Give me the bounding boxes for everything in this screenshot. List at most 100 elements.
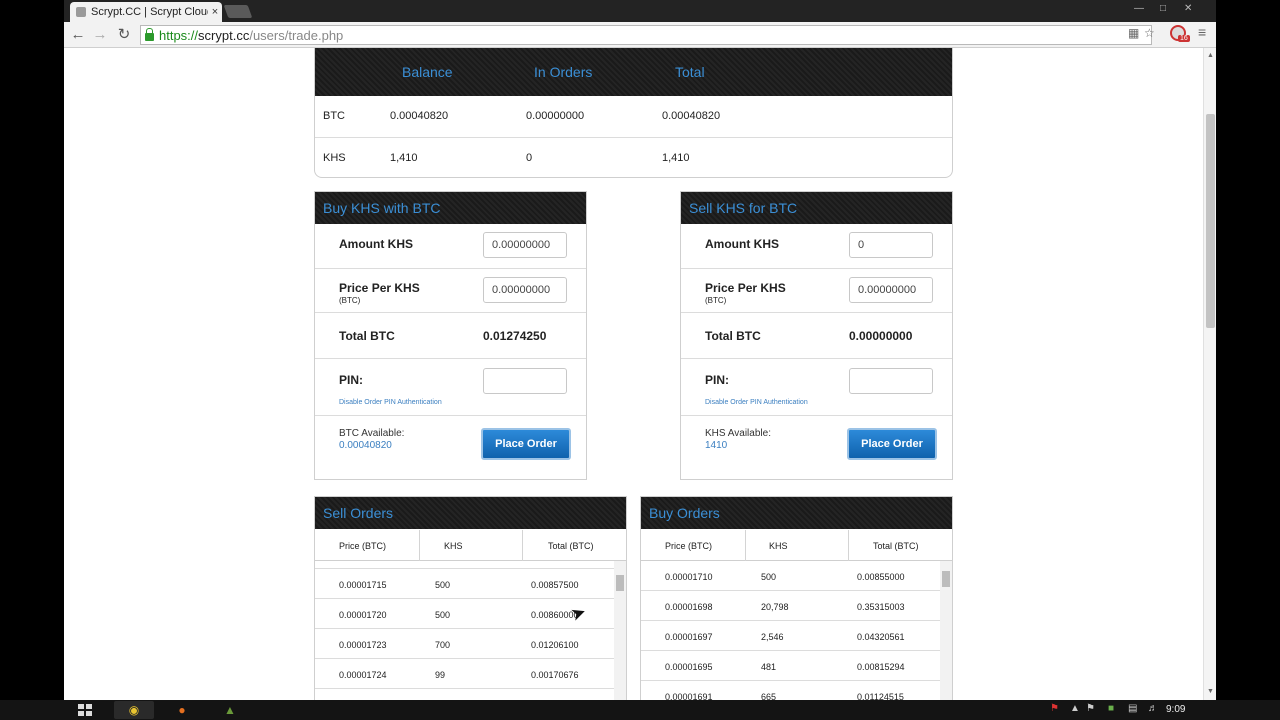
buy-orders-title: Buy Orders: [641, 497, 952, 529]
price-input[interactable]: 0.00000000: [849, 277, 933, 303]
maximize-icon[interactable]: □: [1160, 3, 1166, 14]
sell-panel: Sell KHS for BTC Amount KHS 0 Price Per …: [680, 191, 953, 480]
total-value: 1,410: [662, 152, 690, 164]
available-value: 1410: [705, 440, 728, 451]
page-content: Balance In Orders Total BTC 0.00040820 0…: [64, 48, 1203, 700]
url-path: /users/trade.php: [249, 27, 344, 43]
tray-network-icon[interactable]: ▤: [1128, 703, 1137, 714]
place-sell-order-button[interactable]: Place Order: [847, 428, 937, 460]
address-bar[interactable]: https:// scrypt.cc /users/trade.php: [140, 25, 1152, 45]
pin-row: PIN: Disable Order PIN Authentication: [681, 358, 952, 415]
tray-flag-icon-2[interactable]: ⚑: [1086, 703, 1095, 714]
disable-pin-link[interactable]: Disable Order PIN Authentication: [705, 399, 808, 406]
in-orders-value: 0: [526, 152, 533, 164]
disable-pin-link[interactable]: Disable Order PIN Authentication: [339, 399, 442, 406]
amount-label: Amount KHS: [705, 237, 779, 251]
price-label: Price Per KHS: [339, 281, 420, 295]
table-row[interactable]: 0.00001691 665 0.01124515: [641, 681, 940, 700]
scroll-thumb[interactable]: [616, 575, 624, 591]
balance-value: 0.00040820: [390, 110, 449, 122]
app-taskbar-icon[interactable]: ▲: [210, 701, 250, 719]
table-row-partial: [315, 689, 614, 700]
sell-orders-title: Sell Orders: [315, 497, 626, 529]
price-row: Price Per KHS (BTC) 0.00000000: [681, 268, 952, 312]
total-row: Total BTC 0.01274250: [315, 312, 586, 358]
col-total: Total (BTC): [873, 541, 919, 551]
url-scheme: https://: [159, 27, 199, 43]
sell-panel-title: Sell KHS for BTC: [681, 192, 952, 224]
tray-notify-icon[interactable]: ▲: [1070, 703, 1080, 714]
tray-flag-icon[interactable]: ⚑: [1050, 703, 1059, 714]
close-window-icon[interactable]: ✕: [1184, 3, 1192, 14]
taskbar: ◉ ● ▲ ⚑ ▲ ⚑ ■ ▤ ♬ 9:09: [0, 700, 1280, 720]
scroll-down-icon[interactable]: ▼: [1207, 688, 1214, 695]
price-input[interactable]: 0.00000000: [483, 277, 567, 303]
table-row[interactable]: 0.00001724 99 0.00170676: [315, 659, 614, 689]
in-orders-value: 0.00000000: [526, 110, 585, 122]
pin-input[interactable]: [849, 368, 933, 394]
total-value: 0.00000000: [849, 329, 913, 343]
total-label: Total BTC: [339, 329, 395, 343]
table-row[interactable]: 0.00001695 481 0.00815294: [641, 651, 940, 681]
tray-volume-icon[interactable]: ♬: [1148, 703, 1158, 714]
sell-orders-columns: Price (BTC) KHS Total (BTC): [315, 530, 626, 561]
col-total: Total (BTC): [548, 541, 594, 551]
place-buy-order-button[interactable]: Place Order: [481, 428, 571, 460]
tab-strip: Scrypt.CC | Scrypt Cloud M × — □ ✕: [64, 0, 1216, 22]
col-price: Price (BTC): [339, 541, 386, 551]
tab-close-icon[interactable]: ×: [208, 6, 222, 18]
page-scrollbar[interactable]: ▲ ▼: [1203, 48, 1216, 700]
screen: Scrypt.CC | Scrypt Cloud M × — □ ✕ ← → ↻…: [0, 0, 1280, 720]
translate-icon[interactable]: ▦: [1128, 26, 1139, 40]
new-tab-button[interactable]: [223, 5, 253, 18]
col-total: Total: [675, 64, 705, 80]
balance-row-khs: KHS 1,410 0 1,410: [315, 137, 952, 177]
sell-orders-body[interactable]: 0.00001715 500 0.00857500 0.00001720 500…: [315, 561, 614, 700]
scroll-thumb[interactable]: [942, 571, 950, 587]
table-row[interactable]: 0.00001720 500 0.00860000: [315, 599, 614, 629]
amount-input[interactable]: 0: [849, 232, 933, 258]
pin-input[interactable]: [483, 368, 567, 394]
sell-orders-scrollbar[interactable]: [614, 561, 626, 700]
total-label: Total BTC: [705, 329, 761, 343]
windows-start-icon[interactable]: [78, 704, 92, 716]
buy-orders-scrollbar[interactable]: [940, 561, 952, 700]
clock[interactable]: 9:09: [1166, 704, 1185, 715]
menu-icon[interactable]: ≡: [1198, 24, 1206, 40]
star-icon[interactable]: ☆: [1144, 26, 1155, 40]
available-row: KHS Available: 1410 Place Order: [681, 415, 952, 479]
table-row[interactable]: 0.00001697 2,546 0.04320561: [641, 621, 940, 651]
tray-nvidia-icon[interactable]: ■: [1108, 703, 1114, 714]
price-label: Price Per KHS: [705, 281, 786, 295]
browser-window: Scrypt.CC | Scrypt Cloud M × — □ ✕ ← → ↻…: [64, 0, 1216, 700]
price-sub-label: (BTC): [339, 296, 361, 305]
pin-label: PIN:: [339, 373, 363, 387]
minimize-icon[interactable]: —: [1134, 3, 1144, 14]
reload-icon[interactable]: ↻: [114, 25, 134, 45]
price-sub-label: (BTC): [705, 296, 727, 305]
browser-toolbar: ← → ↻ https:// scrypt.cc /users/trade.ph…: [64, 22, 1216, 48]
table-row[interactable]: 0.00001723 700 0.01206100: [315, 629, 614, 659]
table-row[interactable]: 0.00001698 20,798 0.35315003: [641, 591, 940, 621]
table-row[interactable]: 0.00001715 500 0.00857500: [315, 569, 614, 599]
amount-input[interactable]: 0.00000000: [483, 232, 567, 258]
buy-orders-body[interactable]: 0.00001710 500 0.00855000 0.00001698 20,…: [641, 561, 940, 700]
price-row: Price Per KHS (BTC) 0.00000000: [315, 268, 586, 312]
pin-label: PIN:: [705, 373, 729, 387]
scroll-up-icon[interactable]: ▲: [1207, 52, 1214, 59]
balance-table: Balance In Orders Total BTC 0.00040820 0…: [314, 48, 953, 178]
buy-panel: Buy KHS with BTC Amount KHS 0.00000000 P…: [314, 191, 587, 480]
notification-badge: 16: [1178, 35, 1190, 42]
back-arrow-icon[interactable]: ←: [68, 25, 88, 45]
available-value: 0.00040820: [339, 440, 392, 451]
buy-orders-columns: Price (BTC) KHS Total (BTC): [641, 530, 952, 561]
page-scroll-thumb[interactable]: [1206, 114, 1215, 328]
col-balance: Balance: [402, 64, 453, 80]
forward-arrow-icon[interactable]: →: [90, 25, 110, 45]
col-in-orders: In Orders: [534, 64, 593, 80]
chrome-taskbar-icon[interactable]: ◉: [114, 701, 154, 719]
total-value: 0.00040820: [662, 110, 721, 122]
table-row[interactable]: 0.00001710 500 0.00855000: [641, 561, 940, 591]
tab-scrypt[interactable]: Scrypt.CC | Scrypt Cloud M ×: [70, 2, 222, 22]
firefox-taskbar-icon[interactable]: ●: [162, 701, 202, 719]
